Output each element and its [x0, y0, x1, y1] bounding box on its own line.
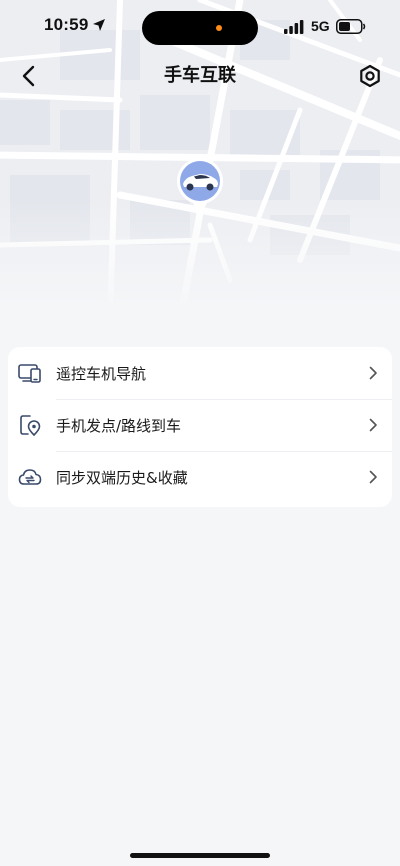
menu-item-label: 遥控车机导航	[56, 364, 147, 383]
menu-item-remote-navigation[interactable]: 遥控车机导航	[8, 347, 392, 399]
chevron-right-icon	[369, 366, 377, 380]
recording-indicator-dot	[216, 25, 222, 31]
car-location-marker[interactable]	[176, 157, 224, 217]
chevron-right-icon	[369, 470, 377, 484]
menu-item-label: 手机发点/路线到车	[56, 416, 182, 435]
menu-item-send-to-car[interactable]: 手机发点/路线到车	[8, 399, 392, 451]
chevron-right-icon	[369, 418, 377, 432]
home-indicator[interactable]	[130, 853, 270, 858]
phone-car-screen-icon	[18, 364, 41, 383]
cellular-signal-icon	[284, 20, 304, 34]
cloud-sync-icon	[18, 469, 42, 485]
phone-location-icon	[20, 415, 41, 436]
settings-button[interactable]	[356, 62, 384, 90]
dynamic-island	[142, 11, 258, 45]
menu-item-label: 同步双端历史&收藏	[56, 468, 188, 487]
page-title: 手车互联	[164, 65, 236, 86]
location-arrow-icon	[93, 19, 105, 31]
menu-card: 遥控车机导航 手机发点/路线到车 同步双端历史&收藏	[8, 347, 392, 507]
status-bar: 10:59 5G	[0, 0, 400, 54]
settings-icon	[360, 64, 380, 88]
screen: 10:59 5G 手车互联 遥控车机导航 手机发点/路线到车 同步双端历史&收藏	[0, 0, 400, 866]
network-type: 5G	[311, 18, 330, 34]
status-time: 10:59	[44, 15, 89, 34]
menu-item-sync-history[interactable]: 同步双端历史&收藏	[8, 451, 392, 503]
battery-icon	[336, 19, 366, 34]
